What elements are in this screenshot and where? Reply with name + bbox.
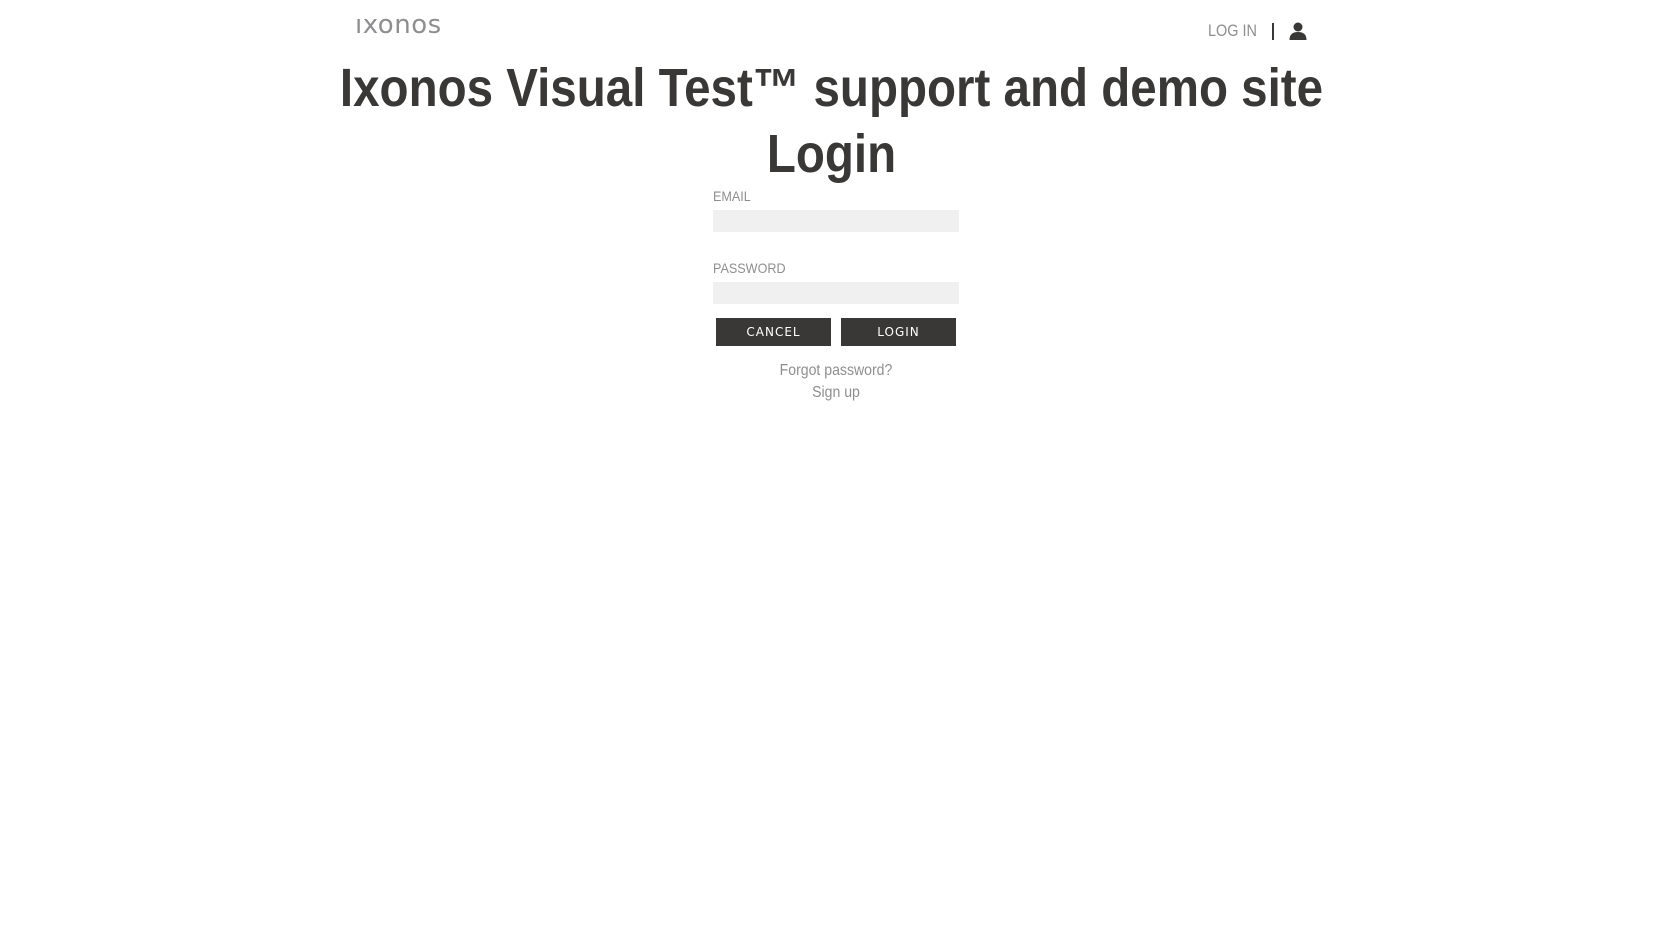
- user-icon[interactable]: [1288, 21, 1308, 41]
- email-group: EMAIL: [713, 188, 959, 232]
- ixonos-logo[interactable]: ıxonos: [355, 10, 442, 40]
- form-links: Forgot password? Sign up: [713, 360, 959, 404]
- page: ıxonos LOG IN Ixonos Visual Test™ suppor…: [0, 0, 1663, 932]
- site-title: Ixonos Visual Test™ support and demo sit…: [339, 58, 1324, 118]
- nav-divider: [1271, 22, 1274, 40]
- login-button[interactable]: LOGIN: [841, 318, 956, 346]
- email-field[interactable]: [713, 210, 959, 232]
- top-nav: LOG IN: [1208, 20, 1308, 42]
- page-title: Login: [766, 124, 897, 184]
- log-in-link[interactable]: LOG IN: [1208, 21, 1257, 41]
- password-field[interactable]: [713, 282, 959, 304]
- form-buttons: CANCEL LOGIN: [713, 318, 959, 346]
- password-label: PASSWORD: [713, 260, 786, 276]
- forgot-password-link[interactable]: Forgot password?: [728, 360, 944, 382]
- login-form: EMAIL PASSWORD CANCEL LOGIN Forgot passw…: [713, 188, 959, 404]
- password-group: PASSWORD: [713, 260, 959, 304]
- cancel-button[interactable]: CANCEL: [716, 318, 831, 346]
- sign-up-link[interactable]: Sign up: [728, 382, 944, 404]
- email-label: EMAIL: [713, 188, 751, 204]
